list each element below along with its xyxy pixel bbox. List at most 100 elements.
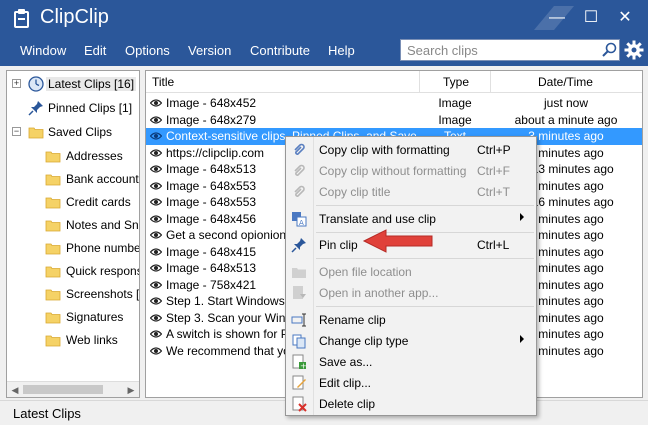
folder-icon [45, 220, 61, 232]
menu-window[interactable]: Window [20, 43, 66, 58]
collapse-icon[interactable]: − [12, 127, 21, 136]
folder-icon [28, 127, 44, 139]
menu-open-in-another-app[interactable]: Open in another app... [286, 282, 536, 304]
menu-label: Rename clip [319, 313, 386, 327]
menu-shortcut: Ctrl+P [477, 143, 511, 157]
clip-row[interactable]: Image - 648x452 Image just now [146, 95, 642, 112]
menu-change-clip-type[interactable]: Change clip type [286, 330, 536, 352]
tree-item-latest[interactable]: + Latest Clips [16] [7, 73, 139, 95]
red-arrow-icon [362, 229, 433, 253]
menu-label: Open in another app... [319, 286, 439, 300]
menu-shortcut: Ctrl+F [477, 164, 510, 178]
tree-item-folder[interactable]: Notes and Snipp [7, 214, 139, 236]
menu-separator [316, 258, 534, 259]
folder-icon [45, 312, 61, 324]
folder-icon [45, 174, 61, 186]
menu-label: Copy clip title [319, 185, 391, 199]
folder-icon [45, 266, 61, 278]
tree-item-folder[interactable]: Screenshots [1] [7, 283, 139, 305]
menu-label: Edit clip... [319, 376, 372, 390]
menu-translate-and-use[interactable]: A Translate and use clip [286, 208, 536, 230]
menu-label: Copy clip without formatting [319, 164, 467, 178]
tree-item-folder[interactable]: Bank accounts [7, 168, 139, 190]
folder-icon [45, 151, 61, 163]
clip-row[interactable]: Image - 648x279 Image about a minute ago [146, 112, 642, 129]
eye-icon[interactable] [150, 296, 162, 306]
clock-icon [28, 76, 44, 92]
rename-icon [291, 313, 306, 327]
menu-version[interactable]: Version [188, 43, 231, 58]
scroll-right-icon[interactable]: ▶ [125, 384, 137, 396]
tree-item-pinned[interactable]: Pinned Clips [1] [7, 97, 139, 119]
eye-icon[interactable] [150, 346, 162, 356]
folder-icon [45, 289, 61, 301]
folder-icon [45, 335, 61, 347]
paperclip-icon [294, 164, 305, 176]
menu-separator [316, 205, 534, 206]
menu-edit[interactable]: Edit [84, 43, 106, 58]
clipclip-logo-icon [14, 9, 29, 28]
search-box[interactable] [400, 39, 620, 61]
expand-icon[interactable]: + [12, 79, 21, 88]
menu-copy-clip-title[interactable]: Copy clip title Ctrl+T [286, 181, 536, 203]
tree-item-folder[interactable]: Phone numbers [7, 237, 140, 259]
menu-help[interactable]: Help [328, 43, 355, 58]
menu-shortcut: Ctrl+L [477, 238, 510, 252]
scroll-left-icon[interactable]: ◀ [9, 384, 21, 396]
tree-item-folder[interactable]: Signatures [7, 306, 139, 328]
menu-open-file-location[interactable]: Open file location [286, 261, 536, 283]
eye-icon[interactable] [150, 181, 162, 191]
column-header-date[interactable]: Date/Time [538, 75, 593, 89]
eye-icon[interactable] [150, 214, 162, 224]
menu-label: Open file location [319, 265, 412, 279]
column-divider[interactable] [419, 71, 420, 93]
eye-icon[interactable] [150, 164, 162, 174]
clip-type: Image [438, 112, 472, 127]
search-input[interactable] [407, 42, 595, 58]
menu-edit-clip[interactable]: Edit clip... [286, 372, 536, 394]
menu-delete-clip[interactable]: Delete clip [286, 393, 536, 415]
menu-copy-without-formatting[interactable]: Copy clip without formatting Ctrl+F [286, 160, 536, 182]
column-header-title[interactable]: Title [152, 75, 174, 89]
column-divider[interactable] [490, 71, 491, 93]
eye-icon[interactable] [150, 230, 162, 240]
eye-icon[interactable] [150, 98, 162, 108]
menu-save-as[interactable]: + Save as... [286, 351, 536, 373]
eye-icon[interactable] [150, 148, 162, 158]
eye-icon[interactable] [150, 280, 162, 290]
tree-item-folder[interactable]: Addresses [7, 145, 139, 167]
tree-item-folder[interactable]: Quick responses [7, 260, 139, 282]
tree-item-folder[interactable]: Web links [7, 329, 139, 351]
translate-icon: A [292, 212, 307, 227]
eye-icon[interactable] [150, 197, 162, 207]
eye-icon[interactable] [150, 329, 162, 339]
minimize-button[interactable]: — [542, 4, 572, 32]
scroll-thumb[interactable] [23, 385, 103, 394]
pin-icon [291, 238, 306, 253]
eye-icon[interactable] [150, 313, 162, 323]
gear-icon[interactable] [624, 40, 644, 60]
eye-icon[interactable] [150, 247, 162, 257]
menu-rename-clip[interactable]: Rename clip [286, 309, 536, 331]
eye-icon[interactable] [150, 263, 162, 273]
eye-icon[interactable] [150, 115, 162, 125]
eye-icon[interactable] [150, 131, 162, 141]
menu-label: Translate and use clip [319, 212, 436, 226]
maximize-button[interactable]: ☐ [576, 4, 606, 32]
menu-contribute[interactable]: Contribute [250, 43, 310, 58]
tree-item-folder[interactable]: Credit cards [7, 191, 139, 213]
submenu-arrow-icon [520, 335, 524, 343]
column-header-type[interactable]: Type [443, 75, 469, 89]
tree-label: Phone numbers [66, 241, 140, 255]
menu-copy-with-formatting[interactable]: Copy clip with formatting Ctrl+P [286, 139, 536, 161]
tree-item-saved[interactable]: − Saved Clips [7, 121, 139, 143]
tree-horizontal-scrollbar[interactable]: ◀ ▶ [7, 381, 139, 397]
tree-label: Web links [66, 333, 118, 347]
close-button[interactable]: ✕ [610, 4, 640, 32]
tree-label: Pinned Clips [1] [48, 101, 133, 115]
delete-icon [292, 396, 307, 412]
menu-label: Copy clip with formatting [319, 143, 450, 157]
clip-title: Image - 648x279 [166, 112, 257, 127]
menu-options[interactable]: Options [125, 43, 170, 58]
search-icon[interactable] [601, 42, 617, 58]
